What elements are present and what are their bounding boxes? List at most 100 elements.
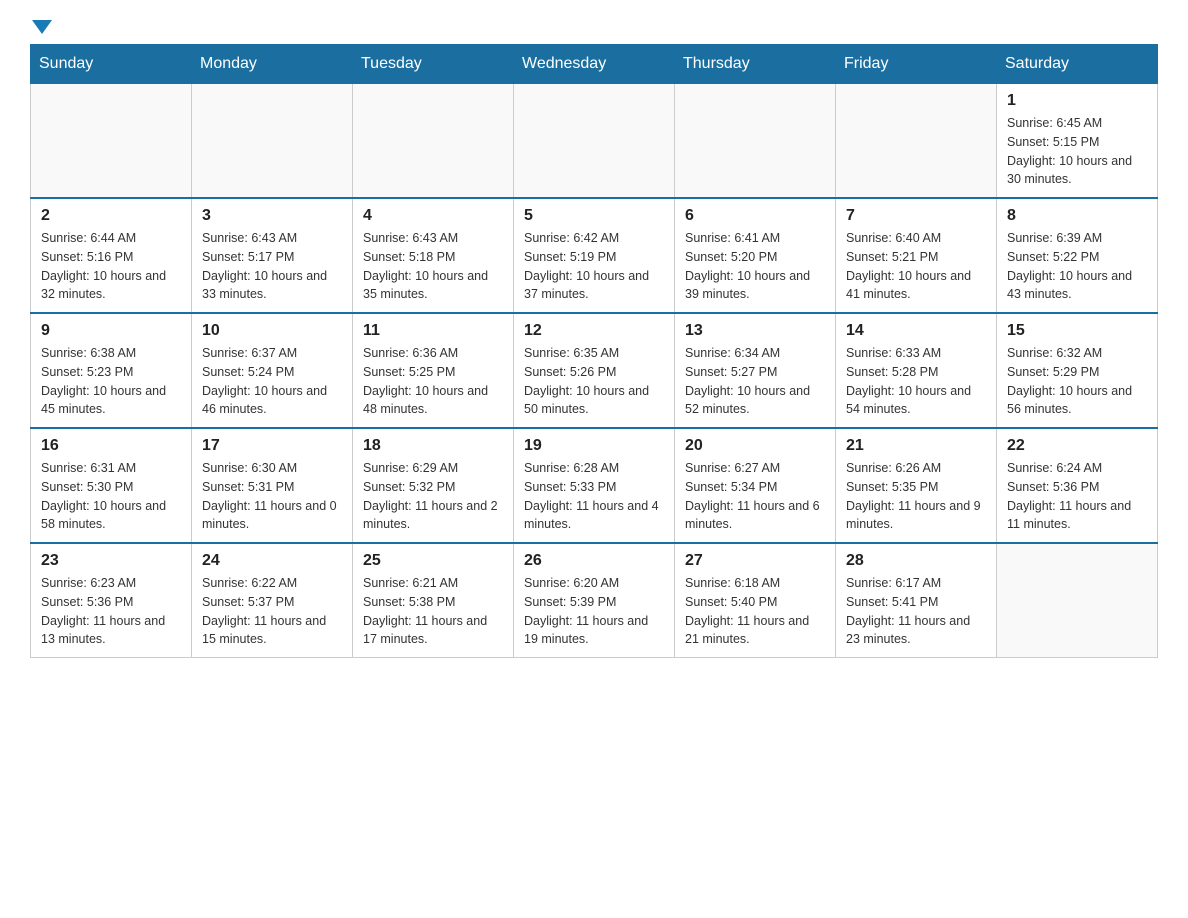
day-number: 20 [685,437,825,455]
calendar-week-row: 16 Sunrise: 6:31 AM Sunset: 5:30 PM Dayli… [31,428,1158,543]
calendar-cell: 13 Sunrise: 6:34 AM Sunset: 5:27 PM Dayli… [675,313,836,428]
day-info: Sunrise: 6:32 AM Sunset: 5:29 PM Dayligh… [1007,344,1147,419]
calendar-cell: 11 Sunrise: 6:36 AM Sunset: 5:25 PM Dayli… [353,313,514,428]
day-info: Sunrise: 6:22 AM Sunset: 5:37 PM Dayligh… [202,574,342,649]
day-info: Sunrise: 6:18 AM Sunset: 5:40 PM Dayligh… [685,574,825,649]
day-info: Sunrise: 6:43 AM Sunset: 5:17 PM Dayligh… [202,229,342,304]
calendar-cell: 23 Sunrise: 6:23 AM Sunset: 5:36 PM Dayli… [31,543,192,658]
day-number: 24 [202,552,342,570]
calendar-cell: 15 Sunrise: 6:32 AM Sunset: 5:29 PM Dayli… [997,313,1158,428]
calendar-cell: 27 Sunrise: 6:18 AM Sunset: 5:40 PM Dayli… [675,543,836,658]
calendar-cell: 9 Sunrise: 6:38 AM Sunset: 5:23 PM Daylig… [31,313,192,428]
day-info: Sunrise: 6:39 AM Sunset: 5:22 PM Dayligh… [1007,229,1147,304]
day-info: Sunrise: 6:40 AM Sunset: 5:21 PM Dayligh… [846,229,986,304]
calendar-cell: 1 Sunrise: 6:45 AM Sunset: 5:15 PM Daylig… [997,84,1158,199]
calendar-cell: 22 Sunrise: 6:24 AM Sunset: 5:36 PM Dayli… [997,428,1158,543]
calendar-cell: 26 Sunrise: 6:20 AM Sunset: 5:39 PM Dayli… [514,543,675,658]
day-number: 3 [202,207,342,225]
day-number: 27 [685,552,825,570]
calendar-header-saturday: Saturday [997,45,1158,84]
day-number: 14 [846,322,986,340]
day-number: 23 [41,552,181,570]
day-number: 21 [846,437,986,455]
day-info: Sunrise: 6:36 AM Sunset: 5:25 PM Dayligh… [363,344,503,419]
calendar-cell: 5Sunrise: 6:42 AM Sunset: 5:19 PM Daylig… [514,198,675,313]
calendar-week-row: 9 Sunrise: 6:38 AM Sunset: 5:23 PM Daylig… [31,313,1158,428]
calendar-header-wednesday: Wednesday [514,45,675,84]
calendar-header-thursday: Thursday [675,45,836,84]
day-number: 8 [1007,207,1147,225]
day-info: Sunrise: 6:17 AM Sunset: 5:41 PM Dayligh… [846,574,986,649]
calendar-cell: 12 Sunrise: 6:35 AM Sunset: 5:26 PM Dayli… [514,313,675,428]
calendar-cell: 18 Sunrise: 6:29 AM Sunset: 5:32 PM Dayli… [353,428,514,543]
day-info: Sunrise: 6:30 AM Sunset: 5:31 PM Dayligh… [202,459,342,534]
day-number: 2 [41,207,181,225]
day-info: Sunrise: 6:33 AM Sunset: 5:28 PM Dayligh… [846,344,986,419]
page-header [30,20,1158,34]
day-number: 11 [363,322,503,340]
calendar-cell: 10 Sunrise: 6:37 AM Sunset: 5:24 PM Dayli… [192,313,353,428]
day-number: 18 [363,437,503,455]
day-info: Sunrise: 6:44 AM Sunset: 5:16 PM Dayligh… [41,229,181,304]
day-info: Sunrise: 6:29 AM Sunset: 5:32 PM Dayligh… [363,459,503,534]
day-info: Sunrise: 6:26 AM Sunset: 5:35 PM Dayligh… [846,459,986,534]
logo [30,20,54,34]
calendar-cell: 2 Sunrise: 6:44 AM Sunset: 5:16 PM Daylig… [31,198,192,313]
day-number: 9 [41,322,181,340]
day-info: Sunrise: 6:20 AM Sunset: 5:39 PM Dayligh… [524,574,664,649]
calendar-cell [675,84,836,199]
day-info: Sunrise: 6:37 AM Sunset: 5:24 PM Dayligh… [202,344,342,419]
day-info: Sunrise: 6:42 AM Sunset: 5:19 PM Dayligh… [524,229,664,304]
day-info: Sunrise: 6:41 AM Sunset: 5:20 PM Dayligh… [685,229,825,304]
day-number: 25 [363,552,503,570]
calendar-cell [514,84,675,199]
calendar-cell [836,84,997,199]
calendar-cell: 7Sunrise: 6:40 AM Sunset: 5:21 PM Daylig… [836,198,997,313]
day-info: Sunrise: 6:24 AM Sunset: 5:36 PM Dayligh… [1007,459,1147,534]
calendar-cell [353,84,514,199]
calendar-week-row: 1 Sunrise: 6:45 AM Sunset: 5:15 PM Daylig… [31,84,1158,199]
calendar-cell: 21 Sunrise: 6:26 AM Sunset: 5:35 PM Dayli… [836,428,997,543]
day-info: Sunrise: 6:43 AM Sunset: 5:18 PM Dayligh… [363,229,503,304]
calendar-cell: 28 Sunrise: 6:17 AM Sunset: 5:41 PM Dayli… [836,543,997,658]
day-info: Sunrise: 6:45 AM Sunset: 5:15 PM Dayligh… [1007,114,1147,189]
calendar-header-tuesday: Tuesday [353,45,514,84]
day-number: 15 [1007,322,1147,340]
day-info: Sunrise: 6:27 AM Sunset: 5:34 PM Dayligh… [685,459,825,534]
day-number: 10 [202,322,342,340]
day-info: Sunrise: 6:31 AM Sunset: 5:30 PM Dayligh… [41,459,181,534]
calendar-header-monday: Monday [192,45,353,84]
day-number: 1 [1007,92,1147,110]
calendar-cell: 16 Sunrise: 6:31 AM Sunset: 5:30 PM Dayli… [31,428,192,543]
calendar-cell: 25 Sunrise: 6:21 AM Sunset: 5:38 PM Dayli… [353,543,514,658]
day-number: 26 [524,552,664,570]
calendar-cell [192,84,353,199]
day-number: 12 [524,322,664,340]
calendar-table: SundayMondayTuesdayWednesdayThursdayFrid… [30,44,1158,658]
day-number: 6 [685,207,825,225]
day-number: 16 [41,437,181,455]
day-number: 13 [685,322,825,340]
calendar-cell: 24 Sunrise: 6:22 AM Sunset: 5:37 PM Dayli… [192,543,353,658]
calendar-cell: 17Sunrise: 6:30 AM Sunset: 5:31 PM Dayli… [192,428,353,543]
day-number: 4 [363,207,503,225]
logo-arrow-icon [32,20,52,34]
day-info: Sunrise: 6:34 AM Sunset: 5:27 PM Dayligh… [685,344,825,419]
calendar-header-friday: Friday [836,45,997,84]
day-info: Sunrise: 6:28 AM Sunset: 5:33 PM Dayligh… [524,459,664,534]
calendar-week-row: 2 Sunrise: 6:44 AM Sunset: 5:16 PM Daylig… [31,198,1158,313]
day-number: 22 [1007,437,1147,455]
calendar-cell: 4 Sunrise: 6:43 AM Sunset: 5:18 PM Daylig… [353,198,514,313]
day-info: Sunrise: 6:23 AM Sunset: 5:36 PM Dayligh… [41,574,181,649]
calendar-header-sunday: Sunday [31,45,192,84]
day-info: Sunrise: 6:21 AM Sunset: 5:38 PM Dayligh… [363,574,503,649]
day-info: Sunrise: 6:38 AM Sunset: 5:23 PM Dayligh… [41,344,181,419]
calendar-cell: 19 Sunrise: 6:28 AM Sunset: 5:33 PM Dayli… [514,428,675,543]
day-info: Sunrise: 6:35 AM Sunset: 5:26 PM Dayligh… [524,344,664,419]
day-number: 19 [524,437,664,455]
calendar-cell: 8 Sunrise: 6:39 AM Sunset: 5:22 PM Daylig… [997,198,1158,313]
calendar-header-row: SundayMondayTuesdayWednesdayThursdayFrid… [31,45,1158,84]
day-number: 28 [846,552,986,570]
calendar-cell: 3 Sunrise: 6:43 AM Sunset: 5:17 PM Daylig… [192,198,353,313]
calendar-cell: 14 Sunrise: 6:33 AM Sunset: 5:28 PM Dayli… [836,313,997,428]
